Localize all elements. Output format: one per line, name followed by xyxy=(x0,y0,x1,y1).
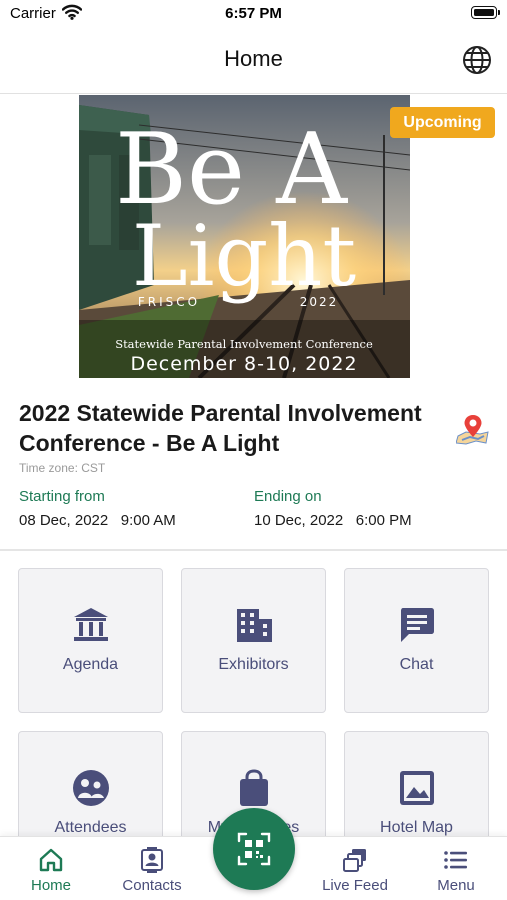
status-bar: Carrier 6:57 PM xyxy=(0,0,507,28)
page-title: Home xyxy=(224,46,283,71)
language-button[interactable] xyxy=(461,44,493,76)
tab-home[interactable]: Home xyxy=(11,837,91,900)
banner-year: 2022 xyxy=(300,295,339,309)
building-icon xyxy=(236,609,272,642)
event-title: 2022 Statewide Parental Involvement Conf… xyxy=(19,400,422,456)
event-location-button[interactable] xyxy=(455,412,490,446)
timezone-label: Time zone: CST xyxy=(19,461,106,475)
bag-icon xyxy=(239,769,268,806)
event-banner-image[interactable]: Be A Light FRISCO 2022 Statewide Parenta… xyxy=(79,95,410,378)
tab-label: Live Feed xyxy=(322,877,388,894)
map-pin-icon xyxy=(455,415,489,445)
battery-icon xyxy=(471,6,500,19)
tile-exhibitors[interactable]: Exhibitors xyxy=(181,568,326,713)
tile-label: Agenda xyxy=(62,656,119,673)
end-label: Ending on xyxy=(254,488,322,505)
tile-label: Attendees xyxy=(54,819,127,836)
chat-icon xyxy=(400,608,434,642)
banner-dates: December 8-10, 2022 xyxy=(130,353,357,375)
banner-artwork: Be A Light FRISCO 2022 Statewide Parenta… xyxy=(79,95,410,378)
tab-contacts[interactable]: Contacts xyxy=(112,837,192,900)
live-feed-icon xyxy=(343,849,366,872)
tile-label: Chat xyxy=(399,656,434,673)
menu-icon xyxy=(444,851,467,869)
tile-agenda[interactable]: Agenda xyxy=(18,568,163,713)
attendees-icon xyxy=(72,770,109,806)
bank-icon xyxy=(73,608,108,641)
end-datetime: 10 Dec, 2022 6:00 PM xyxy=(254,512,412,529)
home-icon xyxy=(39,848,63,872)
tab-label: Menu xyxy=(437,877,475,894)
nav-bar: Home xyxy=(0,28,507,94)
image-icon xyxy=(399,771,434,805)
tab-label: Contacts xyxy=(122,877,182,894)
status-badge: Upcoming xyxy=(390,107,495,138)
banner-city: FRISCO xyxy=(138,295,200,309)
tile-label: Exhibitors xyxy=(218,656,289,673)
tab-label: Home xyxy=(30,877,71,894)
tab-menu[interactable]: Menu xyxy=(416,837,496,900)
scan-qr-button[interactable] xyxy=(213,808,295,890)
tile-label: Hotel Map xyxy=(380,819,453,836)
status-time: 6:57 PM xyxy=(225,5,282,22)
banner-subtitle: Statewide Parental Involvement Conferenc… xyxy=(115,337,373,351)
contacts-icon xyxy=(141,847,163,873)
tab-live-feed[interactable]: Live Feed xyxy=(315,837,395,900)
start-label: Starting from xyxy=(19,488,105,505)
start-datetime: 08 Dec, 2022 9:00 AM xyxy=(19,512,176,529)
globe-icon xyxy=(463,46,491,74)
section-divider xyxy=(0,549,507,551)
banner-word-2: Light xyxy=(132,207,357,305)
tile-chat[interactable]: Chat xyxy=(344,568,489,713)
qr-scan-icon xyxy=(237,832,271,866)
